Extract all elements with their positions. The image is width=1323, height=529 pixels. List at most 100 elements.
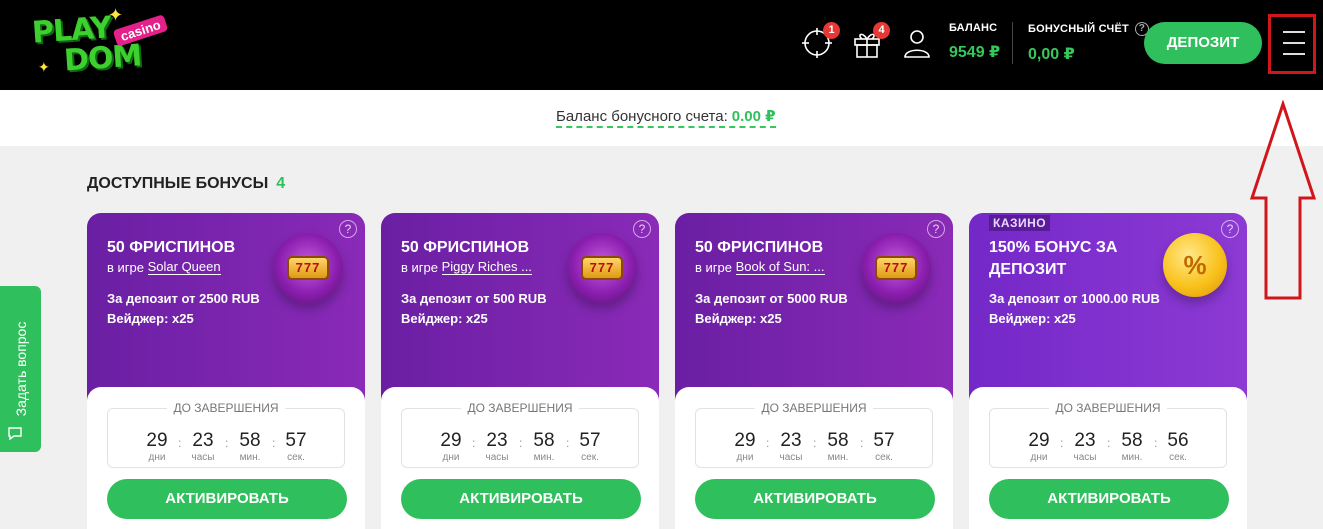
ask-question-label: Задать вопрос	[13, 321, 29, 417]
timer-hours-unit: часы	[191, 452, 215, 463]
timer-heading: ДО ЗАВЕРШЕНИЯ	[1049, 401, 1167, 415]
timer-hours-unit: часы	[1073, 452, 1097, 463]
timer-days: 29	[440, 430, 462, 451]
slot-machine-icon: 777	[861, 233, 931, 303]
available-bonuses-heading: ДОСТУПНЫЕ БОНУСЫ 4	[87, 175, 285, 193]
timer-minutes: 58	[827, 430, 849, 451]
profile-button[interactable]	[900, 26, 934, 60]
timer-hours: 23	[1074, 430, 1096, 451]
bonus-balance-bar: Баланс бонусного счета: 0.00 ₽	[0, 90, 1323, 146]
timer-seconds-unit: сек.	[287, 452, 305, 463]
bonus-card: ? 50 ФРИСПИНОВ в игре Book of Sun: ... З…	[675, 213, 953, 529]
timer-minutes-unit: мин.	[827, 452, 849, 463]
wager-condition: Вейджер: x25	[107, 311, 194, 326]
red-arrow-annotation	[1249, 100, 1317, 300]
bonus-card: ? 50 ФРИСПИНОВ в игре Solar Queen За деп…	[87, 213, 365, 529]
timer-hours-unit: часы	[779, 452, 803, 463]
timer-seconds-unit: сек.	[581, 452, 599, 463]
timer-hours: 23	[780, 430, 802, 451]
percent-coin-icon: %	[1163, 233, 1227, 297]
countdown-timer: ДО ЗАВЕРШЕНИЯ 29 дни : 23 часы : 58 мин. : …	[401, 401, 639, 468]
timer-heading: ДО ЗАВЕРШЕНИЯ	[167, 401, 285, 415]
wager-condition: Вейджер: x25	[695, 311, 782, 326]
help-icon[interactable]: ?	[339, 220, 357, 238]
countdown-timer: ДО ЗАВЕРШЕНИЯ 29 дни : 23 часы : 58 мин. : …	[695, 401, 933, 468]
top-header: ✦ ✦ PLAY DOM casino 1 4 БАЛАНС 9549 ₽ БО…	[0, 0, 1323, 90]
timer-seconds: 57	[285, 430, 307, 451]
bonus-title: 50 ФРИСПИНОВ	[695, 239, 824, 256]
timer-days-unit: дни	[148, 452, 166, 463]
timer-seconds: 57	[579, 430, 601, 451]
countdown-timer: ДО ЗАВЕРШЕНИЯ 29 дни : 23 часы : 58 мин. : …	[107, 401, 345, 468]
timer-days-unit: дни	[442, 452, 460, 463]
timer-minutes: 58	[1121, 430, 1143, 451]
bonus-account-block: БОНУСНЫЙ СЧЁТ? 0,00 ₽	[1028, 22, 1149, 64]
activate-button[interactable]: АКТИВИРОВАТЬ	[989, 479, 1229, 519]
bonus-count: 4	[276, 175, 286, 192]
ask-question-tab[interactable]: Задать вопрос	[0, 286, 41, 452]
wager-condition: Вейджер: x25	[989, 311, 1076, 326]
bonus-account-value: 0,00 ₽	[1028, 46, 1075, 63]
activate-button[interactable]: АКТИВИРОВАТЬ	[695, 479, 935, 519]
bonus-title: 50 ФРИСПИНОВ	[107, 239, 236, 256]
deposit-condition: За депозит от 2500 RUB	[107, 291, 260, 306]
hamburger-menu-button[interactable]	[1268, 14, 1316, 74]
bonus-card: ? 50 ФРИСПИНОВ в игре Piggy Riches ... З…	[381, 213, 659, 529]
timer-seconds-unit: сек.	[875, 452, 893, 463]
casino-tag: КАЗИНО	[989, 215, 1051, 231]
countdown-timer: ДО ЗАВЕРШЕНИЯ 29 дни : 23 часы : 58 мин. : …	[989, 401, 1227, 468]
deposit-condition: За депозит от 500 RUB	[401, 291, 547, 306]
activate-button[interactable]: АКТИВИРОВАТЬ	[401, 479, 641, 519]
timer-days: 29	[734, 430, 756, 451]
bonus-card: КАЗИНО ? 150% БОНУС ЗА ДЕПОЗИТ За депози…	[969, 213, 1247, 529]
bonus-balance-label: Баланс бонусного счета:	[556, 108, 728, 125]
timer-seconds: 57	[873, 430, 895, 451]
gifts-count-badge: 4	[873, 22, 890, 39]
bonus-account-label: БОНУСНЫЙ СЧЁТ	[1028, 22, 1129, 35]
timer-hours: 23	[192, 430, 214, 451]
bonus-title: 150% БОНУС ЗА ДЕПОЗИТ	[989, 239, 1118, 278]
help-icon[interactable]: ?	[927, 220, 945, 238]
deposit-button[interactable]: ДЕПОЗИТ	[1144, 22, 1262, 64]
user-icon	[904, 30, 930, 58]
game-link[interactable]: Solar Queen	[147, 259, 221, 275]
bonus-balance-link[interactable]: Баланс бонусного счета: 0.00 ₽	[556, 107, 776, 128]
deposit-condition: За депозит от 5000 RUB	[695, 291, 848, 306]
logo-word-dom: DOM	[62, 38, 143, 79]
game-prefix: в игре	[107, 260, 144, 275]
timer-heading: ДО ЗАВЕРШЕНИЯ	[461, 401, 579, 415]
timer-hours: 23	[486, 430, 508, 451]
game-link[interactable]: Piggy Riches ...	[441, 259, 532, 275]
timer-days: 29	[1028, 430, 1050, 451]
section-title: ДОСТУПНЫЕ БОНУСЫ	[87, 175, 269, 192]
game-prefix: в игре	[401, 260, 438, 275]
timer-minutes-unit: мин.	[533, 452, 555, 463]
help-icon[interactable]: ?	[633, 220, 651, 238]
timer-seconds: 56	[1167, 430, 1189, 451]
timer-days: 29	[146, 430, 168, 451]
timer-hours-unit: часы	[485, 452, 509, 463]
gifts-button[interactable]: 4	[850, 22, 890, 60]
timer-days-unit: дни	[736, 452, 754, 463]
missions-button[interactable]: 1	[800, 22, 840, 60]
wager-condition: Вейджер: x25	[401, 311, 488, 326]
timer-heading: ДО ЗАВЕРШЕНИЯ	[755, 401, 873, 415]
deposit-condition: За депозит от 1000.00 RUB	[989, 291, 1160, 306]
bonus-title: 50 ФРИСПИНОВ	[401, 239, 530, 256]
activate-button[interactable]: АКТИВИРОВАТЬ	[107, 479, 347, 519]
missions-count-badge: 1	[823, 22, 840, 39]
balance-block: БАЛАНС 9549 ₽	[949, 22, 1000, 62]
timer-minutes-unit: мин.	[239, 452, 261, 463]
game-prefix: в игре	[695, 260, 732, 275]
timer-minutes: 58	[239, 430, 261, 451]
timer-minutes: 58	[533, 430, 555, 451]
header-divider	[1012, 22, 1013, 64]
game-link[interactable]: Book of Sun: ...	[735, 259, 825, 275]
balance-value: 9549 ₽	[949, 44, 1001, 61]
sparkle-icon: ✦	[38, 59, 50, 75]
timer-minutes-unit: мин.	[1121, 452, 1143, 463]
timer-seconds-unit: сек.	[1169, 452, 1187, 463]
playdom-logo[interactable]: ✦ ✦ PLAY DOM casino	[28, 6, 169, 80]
chat-bubble-icon	[8, 427, 22, 441]
slot-machine-icon: 777	[567, 233, 637, 303]
